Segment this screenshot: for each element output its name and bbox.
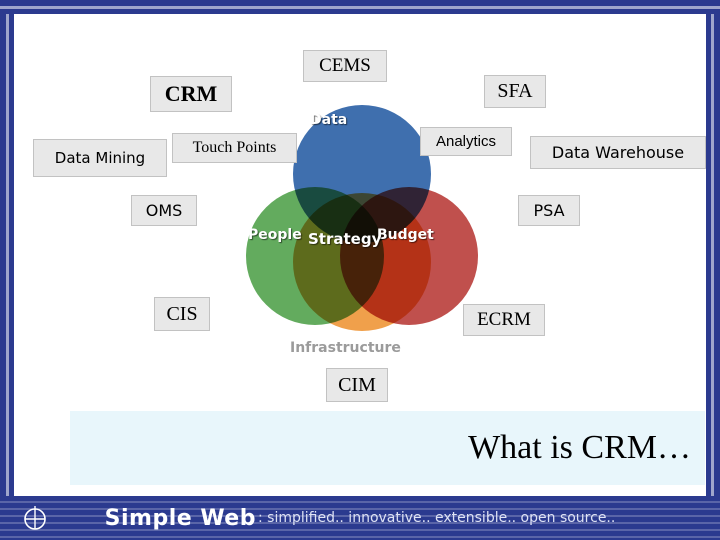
callout-data-warehouse[interactable]: Data Warehouse [530, 136, 706, 169]
right-frame-bar-highlight [711, 14, 714, 540]
callout-analytics[interactable]: Analytics [420, 127, 512, 156]
callout-crm[interactable]: CRM [150, 76, 232, 112]
callout-cim[interactable]: CIM [326, 368, 388, 402]
callout-cems[interactable]: CEMS [303, 50, 387, 82]
callout-cis[interactable]: CIS [154, 297, 210, 331]
footer-bar: Simple Web : simplified.. innovative.. e… [0, 496, 720, 540]
venn-circle-infrastructure [293, 193, 431, 331]
venn-label-infrastructure: Infrastructure [290, 340, 401, 356]
caption-text: What is CRM… [468, 429, 691, 466]
footer-text-group: Simple Web : simplified.. innovative.. e… [0, 496, 720, 540]
callout-oms[interactable]: OMS [131, 195, 197, 226]
top-frame-bar-highlight [0, 6, 720, 9]
callout-ecrm[interactable]: ECRM [463, 304, 545, 336]
callout-data-mining[interactable]: Data Mining [33, 139, 167, 177]
footer-brand: Simple Web [104, 505, 256, 531]
footer-tagline: : simplified.. innovative.. extensible..… [257, 510, 616, 526]
callout-psa[interactable]: PSA [518, 195, 580, 226]
caption-panel: What is CRM… [70, 411, 705, 485]
callout-touch-points[interactable]: Touch Points [172, 133, 297, 163]
callout-sfa[interactable]: SFA [484, 75, 546, 108]
left-frame-bar-highlight [6, 14, 9, 540]
